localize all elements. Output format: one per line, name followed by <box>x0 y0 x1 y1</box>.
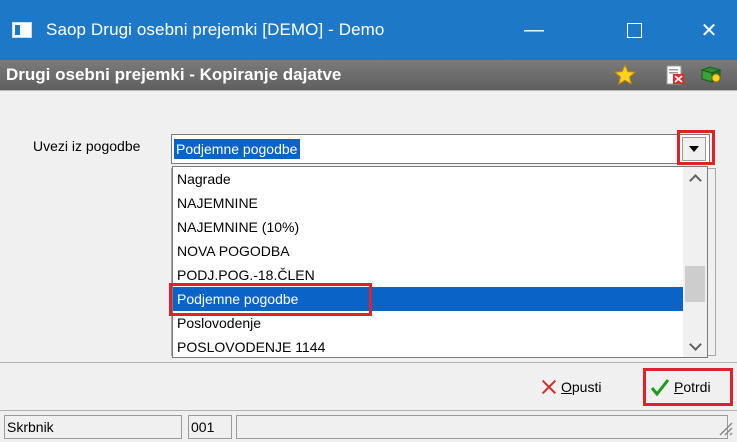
maximize-button[interactable] <box>606 0 662 60</box>
cancel-mnemonic: O <box>561 379 572 395</box>
cancel-x-icon <box>540 378 558 396</box>
chevron-down-icon <box>688 337 702 351</box>
scrollbar-thumb[interactable] <box>685 266 705 302</box>
confirm-mnemonic: P <box>674 379 684 395</box>
list-scrollbar[interactable] <box>683 167 707 357</box>
form-title: Drugi osebni prejemki - Kopiranje dajatv… <box>6 65 342 84</box>
status-user: Skrbnik <box>4 415 182 439</box>
minimize-button[interactable]: — <box>506 0 562 60</box>
combobox-selected-value: Podjemne pogodbe <box>174 139 301 159</box>
help-book-icon[interactable] <box>700 64 722 86</box>
divider <box>0 362 737 363</box>
list-item[interactable]: NAJEMNINE (10%) <box>173 215 683 239</box>
app-icon <box>12 22 32 38</box>
confirm-label: Potrdi <box>674 379 711 395</box>
status-extra <box>236 415 728 439</box>
checkmark-icon <box>650 379 670 397</box>
confirm-label-rest: otrdi <box>683 379 711 395</box>
form-header: Drugi osebni prejemki - Kopiranje dajatv… <box>0 60 737 90</box>
chevron-up-icon <box>688 173 702 187</box>
cancel-button[interactable]: Opusti <box>540 368 630 406</box>
list-item[interactable]: POSLOVODENJE 1144 <box>173 335 683 359</box>
minimize-icon: — <box>524 18 544 41</box>
list-item[interactable]: Nagrade <box>173 167 683 191</box>
dropdown-list[interactable]: Nagrade NAJEMNINE NAJEMNINE (10%) NOVA P… <box>172 166 708 358</box>
close-icon: ✕ <box>700 19 718 42</box>
maximize-icon <box>626 22 642 38</box>
window-title: Saop Drugi osebni prejemki [DEMO] - Demo <box>46 20 385 39</box>
window-titlebar[interactable]: Saop Drugi osebni prejemki [DEMO] - Demo… <box>0 0 737 60</box>
confirm-button[interactable]: Potrdi <box>643 368 733 406</box>
status-code: 001 <box>188 415 232 439</box>
highlight-dropdown-button <box>677 130 715 165</box>
close-button[interactable]: ✕ <box>681 0 737 60</box>
status-bar: Skrbnik 001 <box>0 410 737 442</box>
scroll-down-button[interactable] <box>683 337 707 355</box>
pdf-export-icon[interactable] <box>664 64 686 86</box>
highlight-selected-item <box>169 283 372 316</box>
list-item[interactable]: NAJEMNINE <box>173 191 683 215</box>
star-icon[interactable] <box>614 64 636 86</box>
cancel-label: Opusti <box>561 379 601 395</box>
resize-grip-icon[interactable] <box>712 415 734 437</box>
list-item[interactable]: NOVA POGODBA <box>173 239 683 263</box>
contract-label: Uvezi iz pogodbe <box>33 138 141 154</box>
scroll-up-button[interactable] <box>683 169 707 187</box>
cancel-label-rest: pusti <box>571 379 602 395</box>
contract-combobox[interactable]: Podjemne pogodbe <box>171 134 710 164</box>
